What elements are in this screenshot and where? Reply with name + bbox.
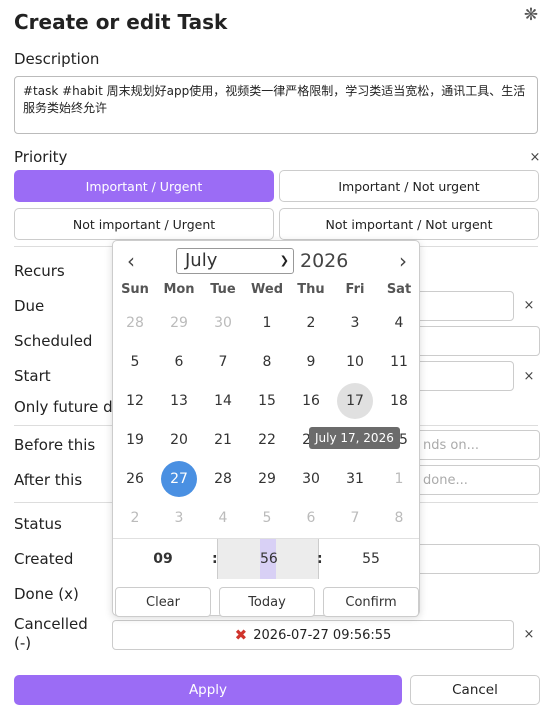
recurs-label: Recurs (14, 262, 65, 280)
calendar-day[interactable]: 18 (381, 383, 417, 419)
hour-input[interactable]: 09 (115, 539, 211, 579)
cancel-button[interactable]: Cancel (410, 675, 540, 705)
created-input[interactable] (414, 544, 540, 574)
prev-month-icon[interactable]: ‹ (121, 249, 141, 273)
calendar-day[interactable]: 28 (117, 305, 153, 341)
calendar-day[interactable]: 21 (205, 422, 241, 458)
weekday-wed: Wed (251, 282, 283, 297)
calendar-day[interactable]: 16 (293, 383, 329, 419)
weekday-sun: Sun (121, 282, 149, 297)
calendar-day[interactable]: 3 (161, 500, 197, 536)
due-input[interactable] (414, 291, 514, 321)
date-tooltip: July 17, 2026 (309, 427, 400, 449)
time-separator: : (317, 551, 323, 567)
description-label: Description (14, 50, 100, 68)
calendar-day[interactable]: 27 (161, 461, 197, 497)
after-this-label: After this (14, 471, 83, 489)
status-label: Status (14, 515, 62, 533)
next-month-icon[interactable]: › (393, 249, 413, 273)
weekday-mon: Mon (163, 282, 195, 297)
year-input[interactable]: 2026 (300, 248, 348, 274)
calendar-day[interactable]: 4 (205, 500, 241, 536)
calendar-day[interactable]: 31 (337, 461, 373, 497)
calendar-day[interactable]: 12 (117, 383, 153, 419)
weekday-tue: Tue (210, 282, 236, 297)
calendar-day[interactable]: 30 (205, 305, 241, 341)
calendar-day[interactable]: 13 (161, 383, 197, 419)
clear-cancelled-icon[interactable]: × (522, 627, 536, 642)
today-button[interactable]: Today (219, 587, 315, 617)
calendar-day[interactable]: 11 (381, 344, 417, 380)
only-future-label: Only future da (14, 398, 122, 416)
calendar-day[interactable]: 29 (161, 305, 197, 341)
calendar-day[interactable]: 7 (337, 500, 373, 536)
created-label: Created (14, 550, 74, 568)
calendar-day[interactable]: 6 (293, 500, 329, 536)
clear-priority-icon[interactable]: × (528, 150, 542, 165)
calendar-day[interactable]: 14 (205, 383, 241, 419)
calendar-day[interactable]: 6 (161, 344, 197, 380)
cross-mark-icon: ✖ (234, 626, 248, 644)
scheduled-label: Scheduled (14, 332, 93, 350)
calendar-day[interactable]: 30 (293, 461, 329, 497)
calendar-day[interactable]: 29 (249, 461, 285, 497)
calendar-day[interactable]: 2 (117, 500, 153, 536)
calendar-day[interactable]: 5 (117, 344, 153, 380)
confirm-date-button[interactable]: Confirm (323, 587, 419, 617)
clear-due-icon[interactable]: × (522, 298, 536, 313)
after-this-input[interactable]: done... (414, 465, 540, 495)
priority-not-important-not-urgent-button[interactable]: Not important / Not urgent (279, 208, 539, 240)
minute-value: 56 (260, 539, 278, 579)
done-label: Done (x) (14, 585, 79, 603)
cancelled-sub-label: (-) (14, 634, 32, 652)
apply-button[interactable]: Apply (14, 675, 402, 705)
calendar-day[interactable]: 2 (293, 305, 329, 341)
weekday-sat: Sat (386, 282, 412, 297)
settings-icon[interactable]: ❋ (522, 6, 540, 24)
calendar-day[interactable]: 4 (381, 305, 417, 341)
dialog-title: Create or edit Task (14, 10, 228, 34)
calendar-day[interactable]: 8 (381, 500, 417, 536)
date-picker: ‹ July ❯ 2026 › Sun Mon Tue Wed Thu Fri Sat 28 2… (112, 240, 420, 617)
cancelled-date-value: 2026-07-27 09:56:55 (253, 627, 392, 643)
calendar-day[interactable]: 20 (161, 422, 197, 458)
calendar-day[interactable]: 17 (337, 383, 373, 419)
before-this-label: Before this (14, 436, 96, 454)
priority-not-important-urgent-button[interactable]: Not important / Urgent (14, 208, 274, 240)
calendar-day[interactable]: 22 (249, 422, 285, 458)
month-select[interactable]: July ❯ (176, 248, 294, 274)
cancelled-label: Cancelled (14, 615, 88, 633)
calendar-day[interactable]: 8 (249, 344, 285, 380)
start-label: Start (14, 367, 51, 385)
calendar-day[interactable]: 1 (381, 461, 417, 497)
priority-label: Priority (14, 148, 68, 166)
calendar-day[interactable]: 28 (205, 461, 241, 497)
calendar-day[interactable]: 5 (249, 500, 285, 536)
scheduled-input[interactable] (414, 326, 540, 356)
cancelled-date-input[interactable]: ✖ 2026-07-27 09:56:55 (112, 620, 514, 650)
clear-start-icon[interactable]: × (522, 369, 536, 384)
calendar-day[interactable]: 26 (117, 461, 153, 497)
weekday-thu: Thu (297, 282, 325, 297)
calendar-day[interactable]: 7 (205, 344, 241, 380)
clear-date-button[interactable]: Clear (115, 587, 211, 617)
calendar-day[interactable]: 10 (337, 344, 373, 380)
priority-important-urgent-button[interactable]: Important / Urgent (14, 170, 274, 202)
chevron-down-icon: ❯ (279, 254, 289, 267)
weekday-fri: Fri (345, 282, 365, 297)
calendar-day[interactable]: 9 (293, 344, 329, 380)
description-textarea[interactable]: #task #habit 周末规划好app使用，视频类一律严格限制，学习类适当宽… (14, 76, 538, 134)
second-input[interactable]: 55 (323, 539, 419, 579)
calendar-day[interactable]: 15 (249, 383, 285, 419)
start-input[interactable] (414, 361, 514, 391)
calendar-day[interactable]: 19 (117, 422, 153, 458)
calendar-day[interactable]: 3 (337, 305, 373, 341)
before-this-input[interactable]: nds on... (414, 430, 540, 460)
priority-important-not-urgent-button[interactable]: Important / Not urgent (279, 170, 539, 202)
due-label: Due (14, 297, 45, 315)
calendar-day[interactable]: 1 (249, 305, 285, 341)
minute-input[interactable]: 56 (217, 539, 319, 579)
